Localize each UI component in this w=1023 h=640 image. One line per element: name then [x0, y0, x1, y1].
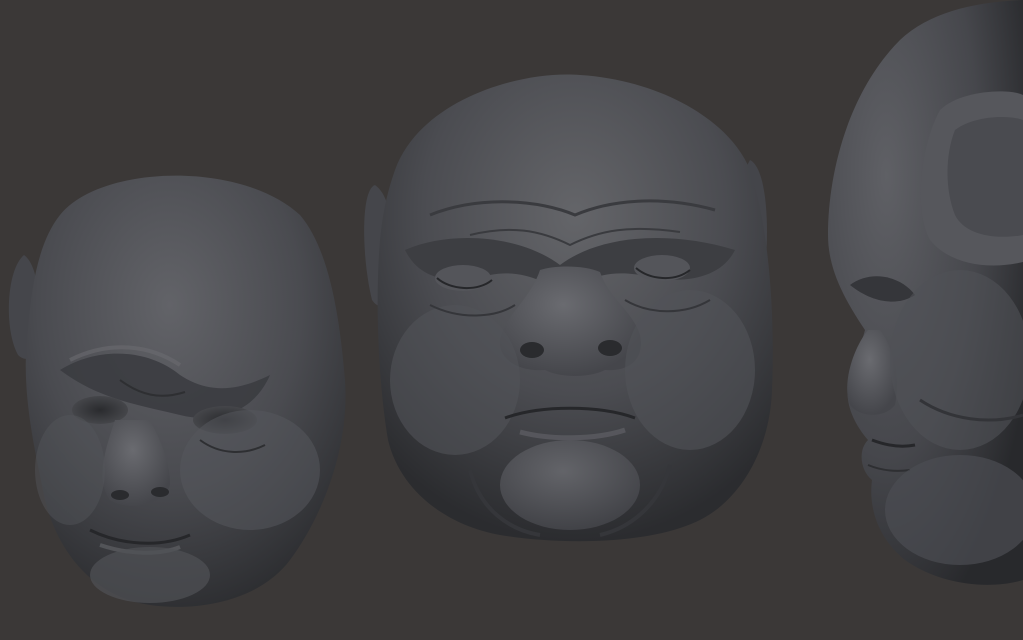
head-front: [364, 74, 773, 542]
sculpt-viewport[interactable]: [0, 0, 1023, 640]
head-side-profile: [828, 0, 1023, 585]
head-three-quarter: [8, 175, 346, 607]
sculpt-render: [8, 0, 1023, 607]
